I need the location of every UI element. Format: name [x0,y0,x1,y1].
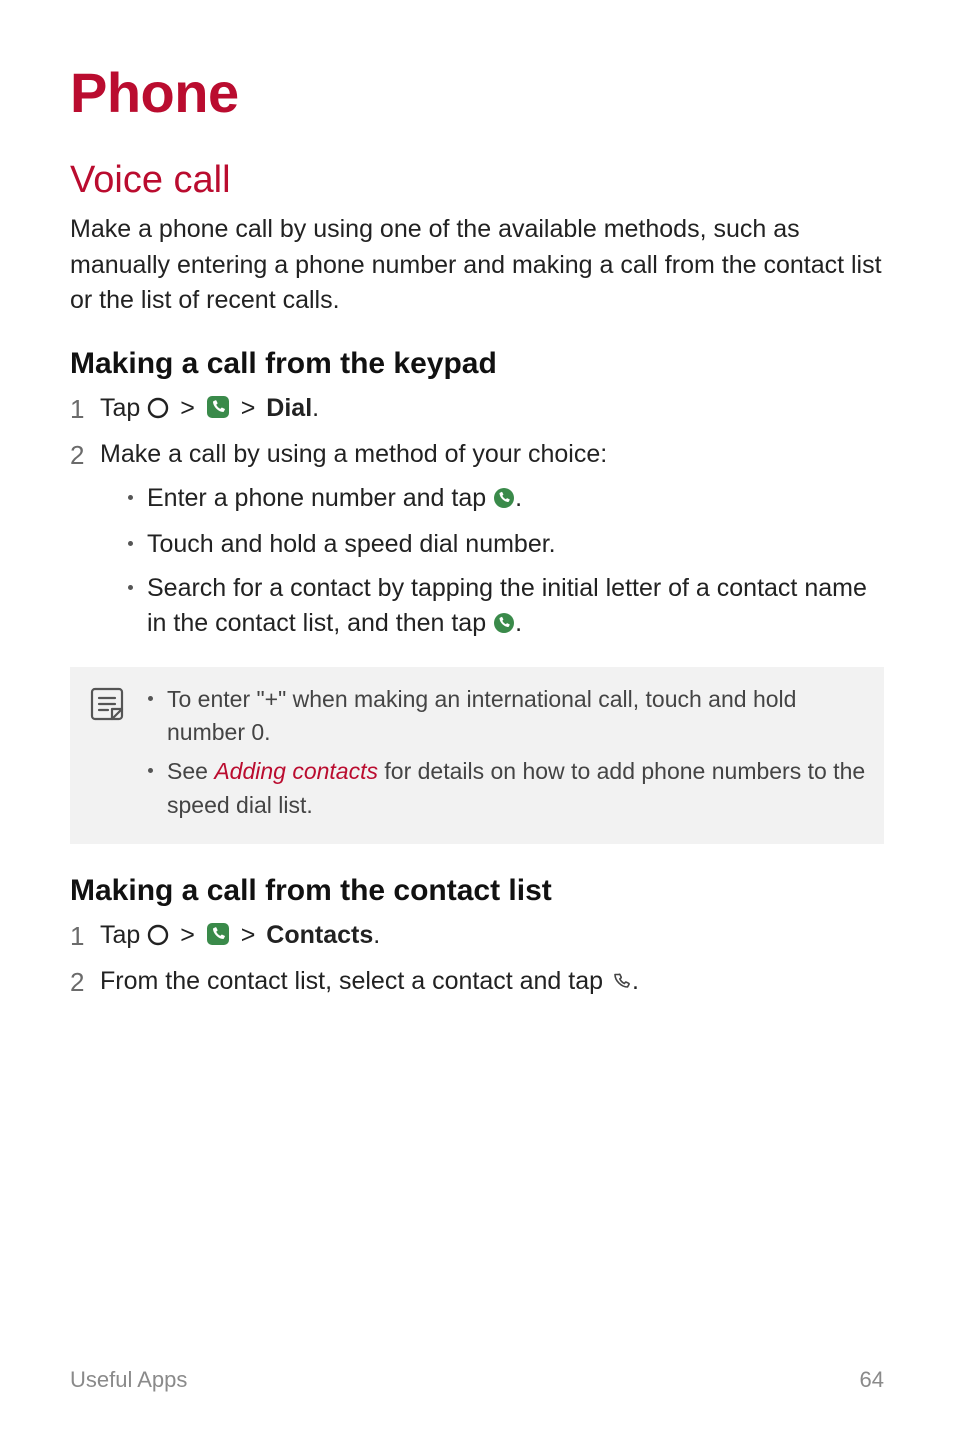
text: To enter "+" when making an internationa… [167,683,868,750]
step-number: 2 [70,437,100,473]
separator-icon: > [180,391,195,427]
separator-icon: > [180,918,195,954]
text: Search for a contact by tapping the init… [147,571,884,645]
home-circle-icon [147,394,169,430]
step-number: 1 [70,918,100,954]
separator-icon: > [241,918,256,954]
bullet-icon [148,768,153,773]
step-body: Make a call by using a method of your ch… [100,437,884,653]
page-title: Phone [70,60,884,125]
bullet-list: Enter a phone number and tap . Touch and… [100,481,884,645]
text: See [167,758,214,784]
section-heading-voice-call: Voice call [70,159,884,202]
bullet-icon [128,585,133,590]
text: Tap [100,394,147,422]
adding-contacts-link[interactable]: Adding contacts [214,758,378,784]
contact-list-steps: 1 Tap > > Contacts. 2 From the contact l… [70,918,884,1003]
phone-app-icon [206,921,230,957]
step-body: Tap > > Contacts. [100,918,884,957]
text: Enter a phone number and tap [147,484,493,512]
voice-call-intro: Make a phone call by using one of the av… [70,212,884,319]
list-item: Enter a phone number and tap . [128,481,884,520]
page: Phone Voice call Make a phone call by us… [0,0,954,1431]
contacts-label: Contacts [266,921,373,949]
list-item: To enter "+" when making an internationa… [148,683,868,750]
list-item: 1 Tap > > Contacts. [70,918,884,957]
text: . [515,484,522,512]
text: Make a call by using a method of your ch… [100,440,607,468]
text: Enter a phone number and tap . [147,481,884,520]
keypad-steps: 1 Tap > > Dial. 2 Make a call by using a… [70,391,884,653]
page-footer: Useful Apps 64 [70,1367,884,1393]
subheading-contact-list: Making a call from the contact list [70,874,884,908]
dial-label: Dial [266,394,312,422]
note-icon-column [88,683,148,728]
home-circle-icon [147,921,169,957]
step-number: 2 [70,964,100,1000]
step-body: From the contact list, select a contact … [100,964,884,1003]
list-item: Search for a contact by tapping the init… [128,571,884,645]
text: . [515,609,522,637]
list-item: Touch and hold a speed dial number. [128,527,884,563]
note-box: To enter "+" when making an internationa… [70,667,884,844]
call-outline-icon [610,967,632,1003]
step-number: 1 [70,391,100,427]
text: Touch and hold a speed dial number. [147,527,884,563]
list-item: 2 From the contact list, select a contac… [70,964,884,1003]
bullet-icon [128,541,133,546]
bullet-icon [148,696,153,701]
subheading-keypad: Making a call from the keypad [70,347,884,381]
footer-section: Useful Apps [70,1367,187,1393]
text: . [632,967,639,995]
list-item: 1 Tap > > Dial. [70,391,884,430]
footer-page-number: 64 [860,1367,884,1393]
list-item: 2 Make a call by using a method of your … [70,437,884,653]
note-list: To enter "+" when making an internationa… [148,683,868,828]
text: From the contact list, select a contact … [100,967,610,995]
step-body: Tap > > Dial. [100,391,884,430]
list-item: See Adding contacts for details on how t… [148,755,868,822]
call-round-icon [493,484,515,520]
separator-icon: > [241,391,256,427]
text: Tap [100,921,147,949]
call-round-icon [493,609,515,645]
bullet-icon [128,495,133,500]
phone-app-icon [206,394,230,430]
note-icon [88,685,126,728]
text: . [373,921,380,949]
text: See Adding contacts for details on how t… [167,755,868,822]
text: . [312,394,319,422]
